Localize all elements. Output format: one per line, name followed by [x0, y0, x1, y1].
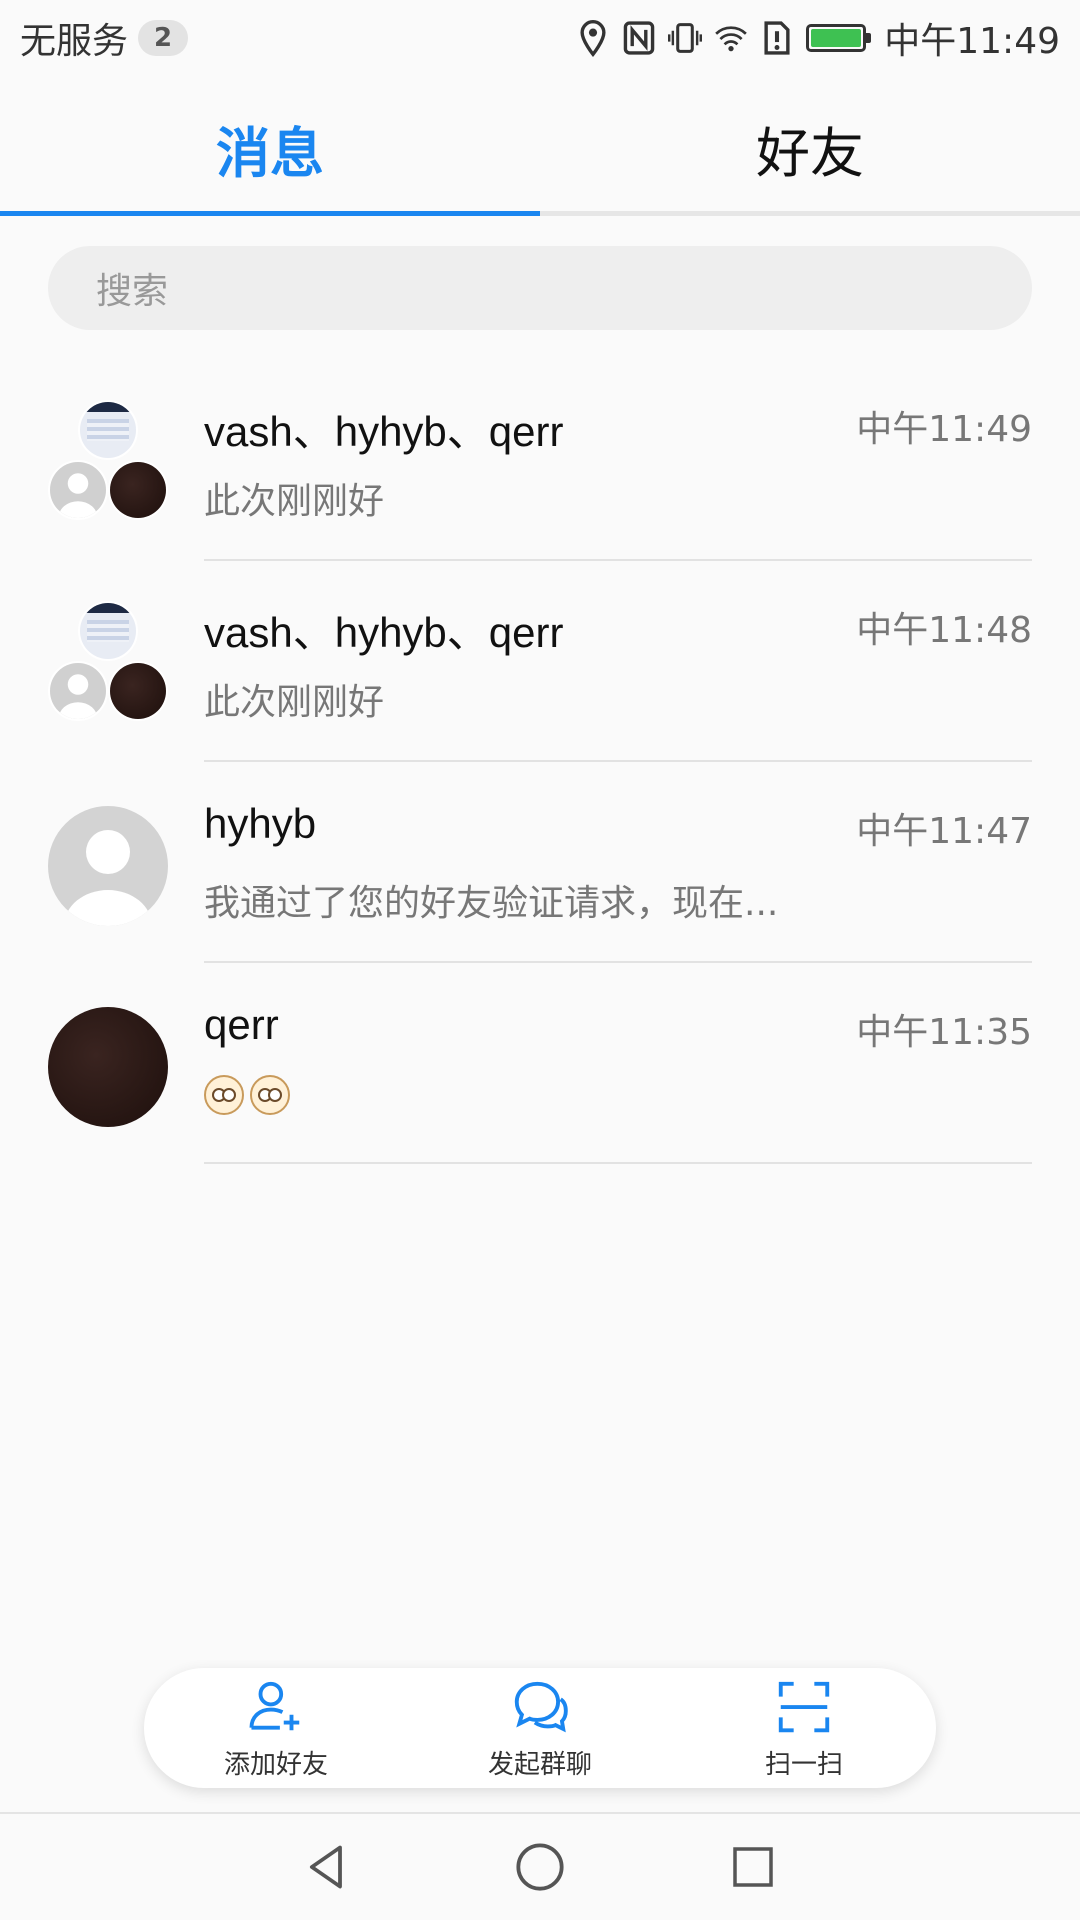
- status-left: 无服务 2: [20, 12, 189, 64]
- conversation-item[interactable]: vash、hyhyb、qerr 中午11:48 此次刚刚好: [0, 561, 1080, 762]
- tab-friends[interactable]: 好友: [540, 86, 1080, 211]
- conversation-time: 中午11:35: [856, 1012, 1032, 1053]
- add-friend-button[interactable]: 添加好友: [176, 1676, 376, 1781]
- group-avatar: [48, 400, 168, 526]
- conversation-preview: 此次刚刚好: [204, 481, 385, 522]
- group-avatar: [48, 601, 168, 727]
- group-chat-label: 发起群聊: [487, 1749, 592, 1780]
- back-button[interactable]: [297, 1837, 357, 1897]
- sim-badge: 2: [138, 20, 189, 56]
- conversation-preview: [204, 1075, 290, 1115]
- vibrate-icon: [668, 23, 703, 53]
- group-avatar-member: [108, 661, 168, 721]
- conversation-item[interactable]: qerr 中午11:35: [0, 963, 1080, 1164]
- conversation-preview: 此次刚刚好: [204, 682, 385, 723]
- recents-square-icon: [733, 1847, 774, 1887]
- status-bar: 无服务 2 中午11:49: [0, 0, 1080, 76]
- conversation-name: vash、hyhyb、qerr: [204, 609, 564, 656]
- group-avatar-member: [78, 400, 138, 460]
- group-chat-icon: [514, 1681, 568, 1732]
- battery-icon: [806, 24, 872, 52]
- divider: [204, 1162, 1032, 1164]
- navigation-bar: [0, 1812, 1080, 1920]
- home-button[interactable]: [510, 1837, 570, 1897]
- avatar: [48, 806, 168, 926]
- status-right: 中午11:49: [576, 12, 1060, 64]
- tab-bar: 消息 好友: [0, 86, 1080, 216]
- group-avatar-member: [108, 460, 168, 520]
- battery-fill: [811, 29, 862, 47]
- home-circle-icon: [516, 1843, 564, 1891]
- conversation-time: 中午11:49: [856, 409, 1032, 450]
- search-placeholder: 搜索: [96, 271, 169, 312]
- conversation-item[interactable]: hyhyb 中午11:47 我通过了您的好友验证请求，现在...: [0, 762, 1080, 963]
- emoji-icon: [250, 1075, 290, 1115]
- emoji-icon: [204, 1075, 244, 1115]
- scan-button[interactable]: 扫一扫: [704, 1676, 904, 1781]
- scan-icon: [778, 1681, 830, 1732]
- sim-alert-icon: [764, 21, 790, 55]
- conversation-name: hyhyb: [204, 800, 317, 847]
- scan-label: 扫一扫: [764, 1749, 843, 1780]
- add-friend-label: 添加好友: [223, 1749, 328, 1780]
- group-avatar-member: [48, 460, 108, 520]
- carrier-label: 无服务: [20, 21, 129, 62]
- location-icon: [580, 20, 606, 57]
- conversation-time: 中午11:47: [856, 811, 1032, 852]
- search-input[interactable]: 搜索: [48, 246, 1032, 330]
- nfc-icon: [623, 21, 655, 55]
- group-chat-button[interactable]: 发起群聊: [440, 1676, 640, 1781]
- recents-button[interactable]: [723, 1837, 783, 1897]
- status-time: 中午11:49: [884, 21, 1060, 62]
- group-avatar-member: [78, 601, 138, 661]
- conversation-time: 中午11:48: [856, 610, 1032, 651]
- tab-messages[interactable]: 消息: [0, 86, 540, 216]
- conversation-name: vash、hyhyb、qerr: [204, 408, 564, 455]
- back-triangle-icon: [309, 1845, 342, 1889]
- group-avatar-member: [48, 661, 108, 721]
- conversation-list: vash、hyhyb、qerr 中午11:49 此次刚刚好 vash、hyhyb…: [0, 360, 1080, 1164]
- quick-actions: 添加好友 发起群聊 扫一扫: [144, 1668, 936, 1788]
- conversation-name: qerr: [204, 1001, 279, 1048]
- conversation-preview: 我通过了您的好友验证请求，现在...: [204, 883, 779, 924]
- wifi-icon: [715, 26, 748, 52]
- conversation-item[interactable]: vash、hyhyb、qerr 中午11:49 此次刚刚好: [0, 360, 1080, 561]
- avatar: [48, 1007, 168, 1127]
- add-friend-icon: [249, 1681, 300, 1730]
